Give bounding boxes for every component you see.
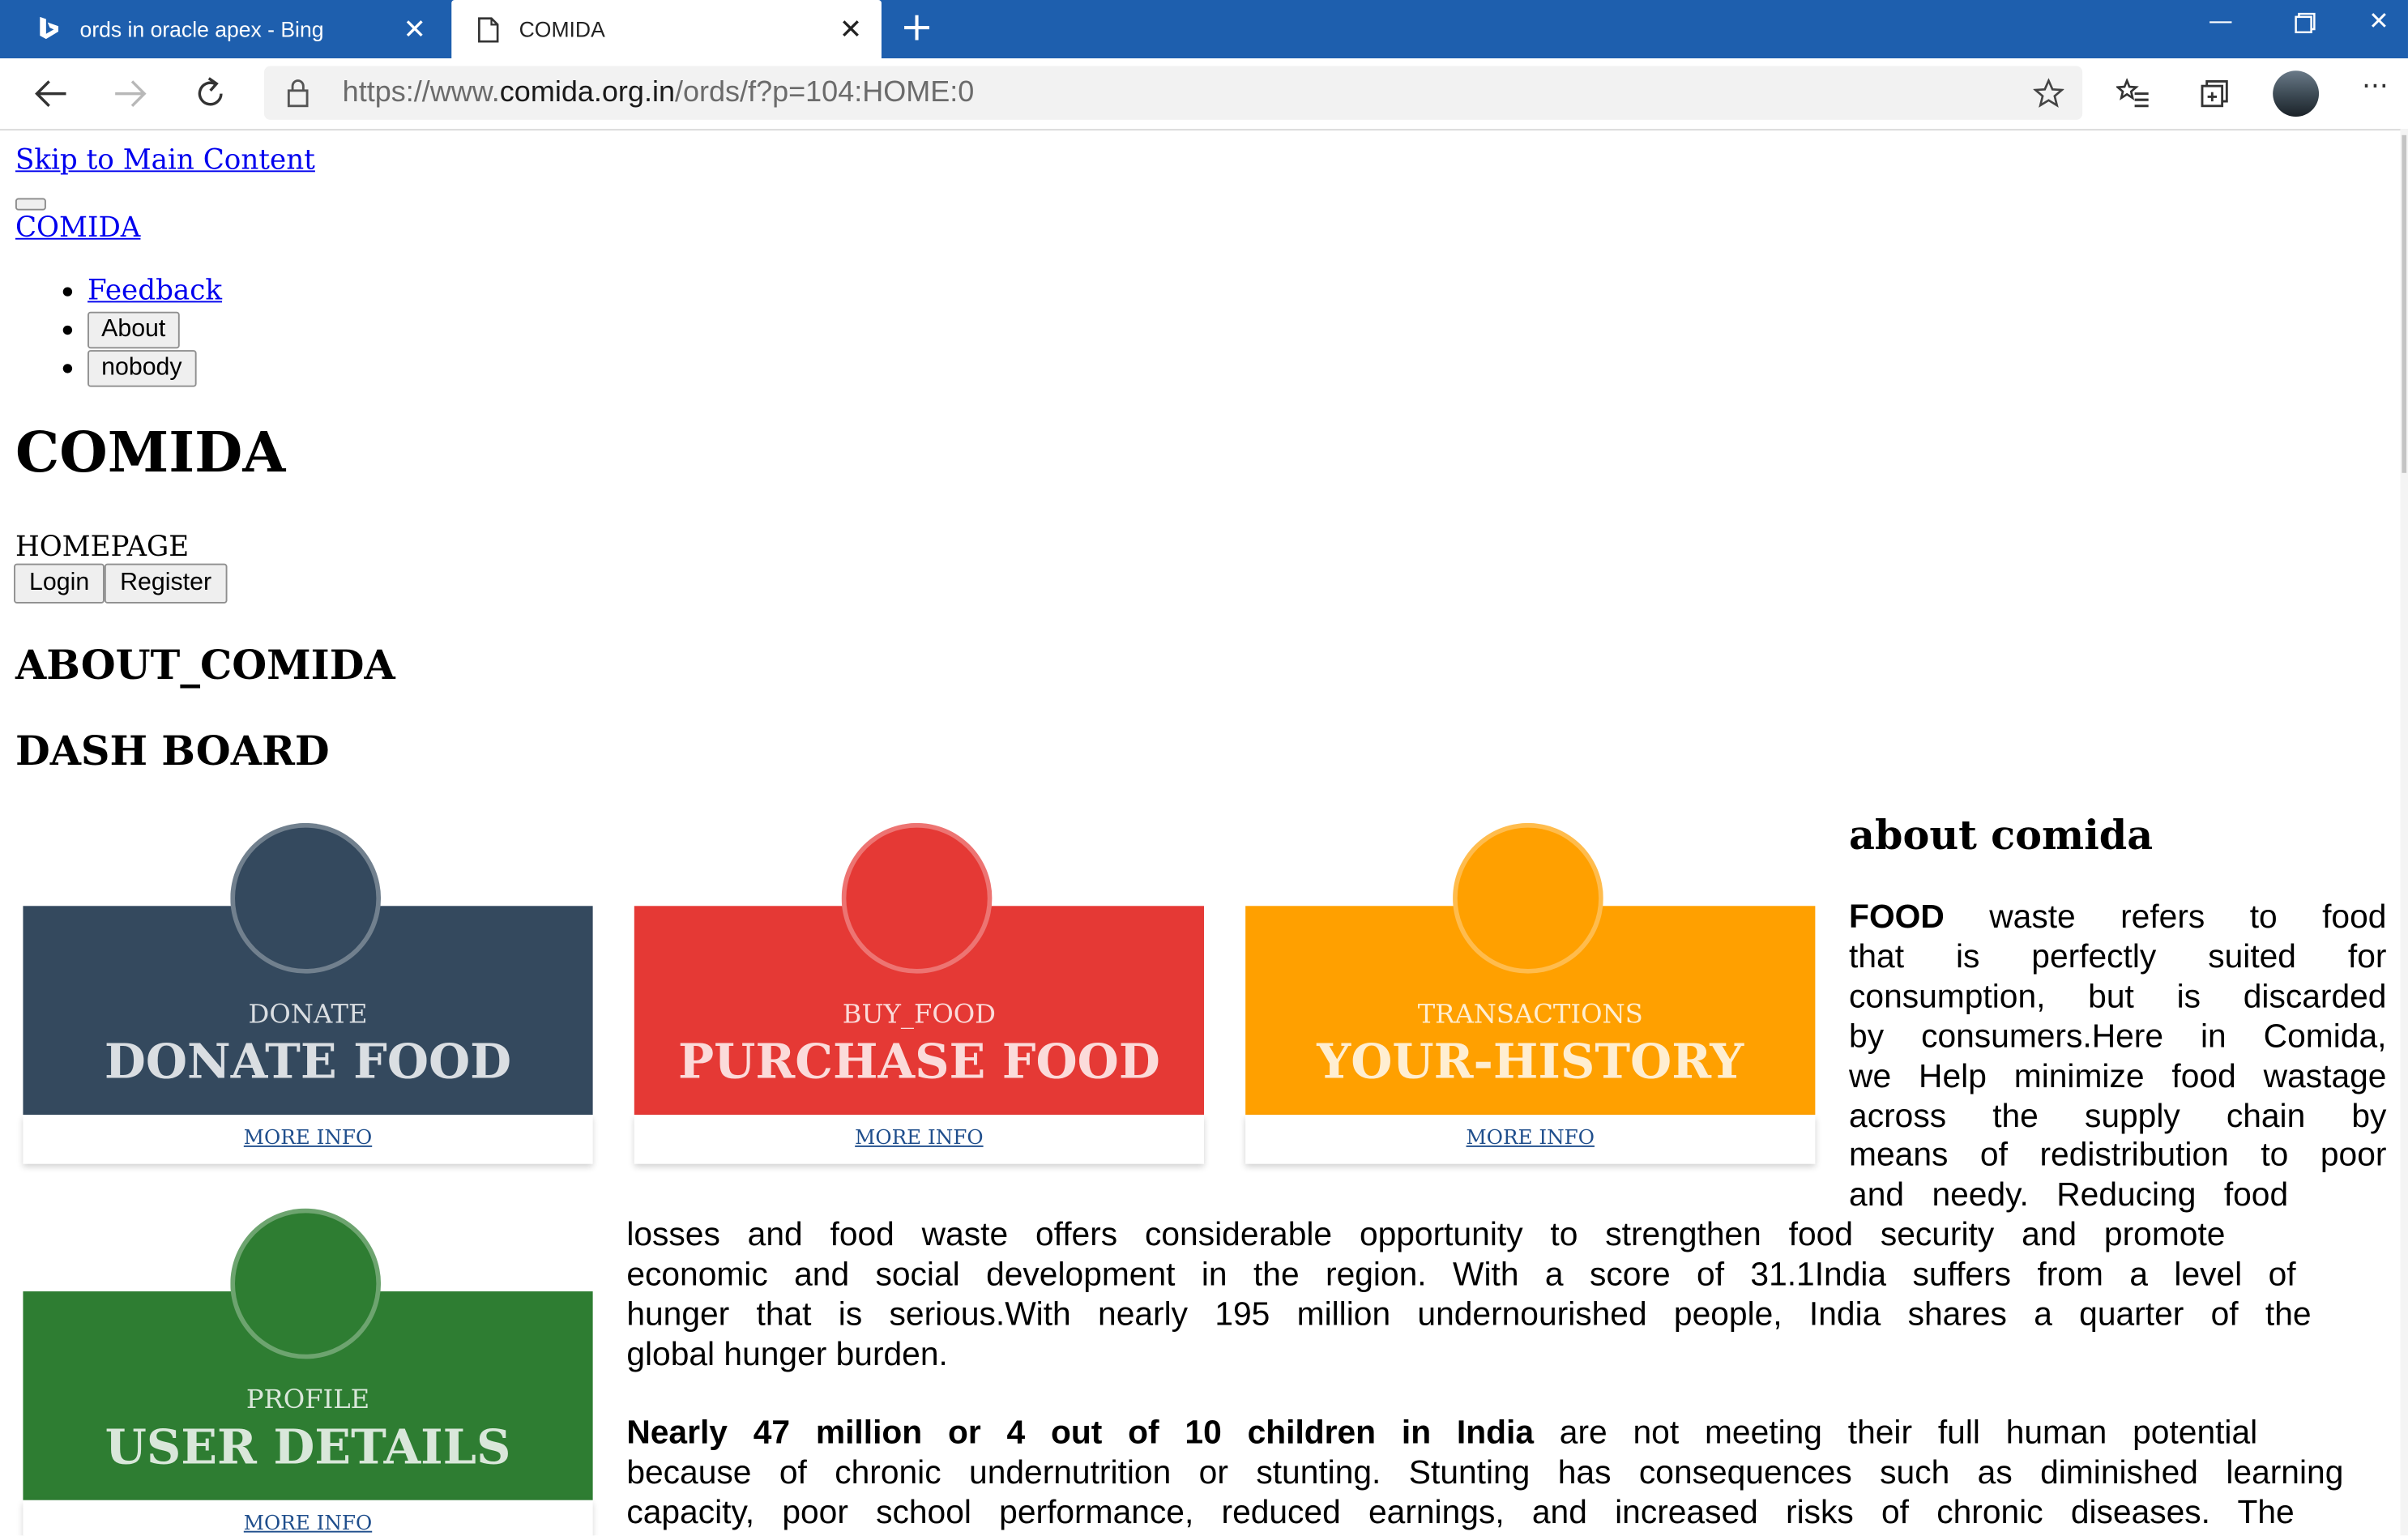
close-window-icon[interactable]: ✕ bbox=[2350, 0, 2408, 46]
section-heading-about: ABOUT_COMIDA bbox=[15, 643, 395, 690]
text-line: and needy. Reducing food bbox=[1849, 1176, 2289, 1214]
more-info-link[interactable]: MORE INFO bbox=[855, 1127, 983, 1150]
card-subtitle: TRANSACTIONS bbox=[1417, 999, 1643, 1030]
card-footer: MORE INFO bbox=[23, 1115, 593, 1164]
text-line: economic and social development in the r… bbox=[626, 1256, 2296, 1293]
collections-icon[interactable] bbox=[2188, 67, 2240, 119]
tab-title: COMIDA bbox=[519, 16, 605, 42]
more-options-icon[interactable]: ··· bbox=[2362, 70, 2389, 103]
tab-bing[interactable]: ords in oracle apex - Bing ✕ bbox=[12, 0, 446, 58]
card-title: PURCHASE FOOD bbox=[677, 1035, 1160, 1090]
text-line: across the supply chain by bbox=[1849, 1097, 2387, 1134]
card-subtitle: PROFILE bbox=[245, 1385, 370, 1416]
menu-toggle-button[interactable] bbox=[15, 198, 46, 211]
text-line: losses and food waste offers considerabl… bbox=[626, 1216, 2226, 1253]
text-line: global hunger burden. bbox=[626, 1335, 948, 1372]
more-info-link[interactable]: MORE INFO bbox=[244, 1513, 372, 1535]
login-button[interactable]: Login bbox=[14, 563, 105, 604]
favorites-list-icon[interactable] bbox=[2107, 67, 2158, 119]
url-host: comida.org.in bbox=[499, 76, 675, 109]
card-title: USER DETAILS bbox=[105, 1420, 511, 1476]
url-prefix: https://www. bbox=[342, 76, 500, 109]
tab-close-icon[interactable]: ✕ bbox=[393, 13, 436, 45]
new-tab-icon[interactable]: + bbox=[897, 6, 937, 53]
text-line: by consumers.Here in Comida, bbox=[1849, 1018, 2387, 1055]
skip-to-main-link[interactable]: Skip to Main Content bbox=[15, 144, 315, 177]
feedback-link[interactable]: Feedback bbox=[88, 275, 222, 307]
address-toolbar: https://www.comida.org.in/ords/f?p=104:H… bbox=[0, 58, 2408, 131]
tab-close-icon[interactable]: ✕ bbox=[830, 13, 873, 45]
card-circle-icon bbox=[230, 1208, 382, 1359]
register-button[interactable]: Register bbox=[105, 563, 228, 604]
card-subtitle: BUY_FOOD bbox=[842, 999, 997, 1030]
card-title: YOUR-HISTORY bbox=[1317, 1035, 1744, 1090]
card-subtitle: DONATE bbox=[248, 999, 368, 1030]
text-line: consumption, but is discarded bbox=[1849, 978, 2387, 1015]
auth-button-group: Login Register bbox=[14, 563, 228, 604]
url-text[interactable]: https://www.comida.org.in/ords/f?p=104:H… bbox=[343, 77, 975, 111]
about-heading: about comida bbox=[1849, 813, 2154, 860]
text-line: hunger that is serious.With nearly 195 m… bbox=[626, 1295, 2312, 1333]
lock-icon bbox=[286, 79, 310, 114]
page-content: Skip to Main Content COMIDA Feedback Abo… bbox=[0, 129, 2401, 1536]
line-text: waste refers to food bbox=[1989, 898, 2387, 936]
about-paragraph-2: Nearly 47 million or 4 out of 10 childre… bbox=[626, 1414, 2343, 1534]
bold-text: FOOD bbox=[1849, 898, 1945, 936]
about-paragraph-1: FOOD waste refers to food that is perfec… bbox=[1849, 898, 2386, 1217]
tab-comida[interactable]: COMIDA ✕ bbox=[451, 0, 882, 59]
card-circle-icon bbox=[841, 822, 993, 974]
scrollbar-thumb[interactable] bbox=[2402, 134, 2407, 473]
section-heading-dashboard: DASH BOARD bbox=[15, 729, 330, 776]
refresh-icon[interactable] bbox=[184, 67, 236, 119]
user-menu-button[interactable]: nobody bbox=[88, 350, 196, 387]
profile-avatar[interactable] bbox=[2273, 70, 2320, 117]
bing-icon bbox=[36, 16, 61, 41]
card-footer: MORE INFO bbox=[634, 1115, 1204, 1164]
tab-strip: ords in oracle apex - Bing ✕ COMIDA ✕ + … bbox=[0, 0, 2408, 59]
text-line: capacity, poor school performance, reduc… bbox=[626, 1493, 2295, 1531]
page-title: COMIDA bbox=[15, 420, 286, 485]
brand-link[interactable]: COMIDA bbox=[15, 212, 141, 245]
card-circle-icon bbox=[1453, 822, 1603, 974]
page-scrollbar[interactable] bbox=[2400, 129, 2408, 1536]
tab-title: ords in oracle apex - Bing bbox=[79, 16, 324, 42]
about-button[interactable]: About bbox=[88, 311, 180, 349]
text-line: FOOD waste refers to food bbox=[1849, 898, 2386, 938]
text-line: means of redistribution to poor bbox=[1849, 1137, 2387, 1174]
about-paragraph-1-cont: losses and food waste offers considerabl… bbox=[626, 1216, 2343, 1375]
card-footer: MORE INFO bbox=[23, 1500, 593, 1536]
favorite-star-icon[interactable] bbox=[2032, 78, 2065, 115]
text-line: Nearly 47 million or 4 out of 10 childre… bbox=[626, 1414, 2257, 1454]
url-path: /ords/f?p=104:HOME:0 bbox=[674, 76, 975, 109]
bold-text: Nearly 47 million or 4 out of 10 childre… bbox=[626, 1414, 1535, 1452]
text-line: we Help minimize food wastage bbox=[1849, 1057, 2387, 1094]
line-text: are not meeting their full human potenti… bbox=[1559, 1414, 2258, 1452]
page-icon bbox=[476, 16, 501, 42]
more-info-link[interactable]: MORE INFO bbox=[244, 1127, 372, 1150]
card-footer: MORE INFO bbox=[1245, 1115, 1816, 1164]
address-bar[interactable]: https://www.comida.org.in/ords/f?p=104:H… bbox=[264, 66, 2083, 120]
back-arrow-icon[interactable] bbox=[24, 67, 76, 119]
card-circle-icon bbox=[230, 822, 382, 974]
text-line: because of chronic undernutrition or stu… bbox=[626, 1453, 2344, 1491]
card-title: DONATE FOOD bbox=[104, 1035, 512, 1090]
text-line: that is perfectly suited for bbox=[1849, 937, 2387, 975]
restore-icon[interactable] bbox=[2265, 0, 2346, 46]
more-info-link[interactable]: MORE INFO bbox=[1467, 1127, 1595, 1150]
forward-arrow-icon bbox=[105, 67, 156, 119]
minimize-icon[interactable]: — bbox=[2180, 0, 2261, 46]
breadcrumb: HOMEPAGE bbox=[15, 531, 190, 564]
